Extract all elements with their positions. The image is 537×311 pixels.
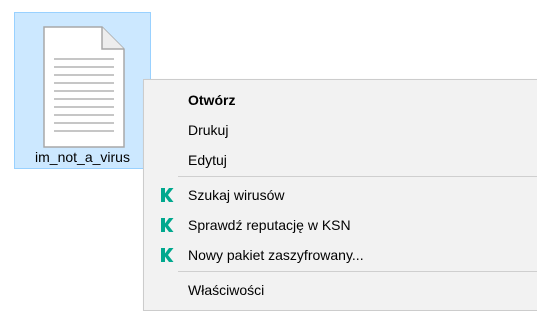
- menu-item-label: Sprawdź reputację w KSN: [188, 217, 351, 233]
- kaspersky-icon: [161, 218, 174, 232]
- file-name-label: im_not_a_virus: [35, 149, 130, 165]
- menu-item-edit[interactable]: Edytuj: [144, 145, 537, 175]
- menu-item-scan-viruses[interactable]: Szukaj wirusów: [144, 180, 537, 210]
- menu-item-properties[interactable]: Właściwości: [144, 275, 537, 305]
- menu-separator: [178, 176, 537, 177]
- menu-item-label: Właściwości: [188, 282, 265, 298]
- context-menu: Otwórz Drukuj Edytuj Szukaj wirusów Spra…: [143, 79, 537, 311]
- file-item-selected[interactable]: im_not_a_virus: [14, 12, 151, 169]
- menu-item-open[interactable]: Otwórz: [144, 85, 537, 115]
- menu-item-label: Nowy pakiet zaszyfrowany...: [188, 247, 364, 263]
- kaspersky-icon: [161, 248, 174, 262]
- menu-separator: [178, 271, 537, 272]
- menu-item-print[interactable]: Drukuj: [144, 115, 537, 145]
- menu-item-label: Szukaj wirusów: [188, 187, 285, 203]
- text-document-icon: [43, 26, 125, 148]
- menu-item-label: Drukuj: [188, 122, 229, 138]
- menu-item-label: Edytuj: [188, 152, 227, 168]
- menu-item-new-encrypted-package[interactable]: Nowy pakiet zaszyfrowany...: [144, 240, 537, 270]
- menu-item-label: Otwórz: [188, 92, 236, 108]
- kaspersky-icon: [161, 188, 174, 202]
- menu-item-check-reputation-ksn[interactable]: Sprawdź reputację w KSN: [144, 210, 537, 240]
